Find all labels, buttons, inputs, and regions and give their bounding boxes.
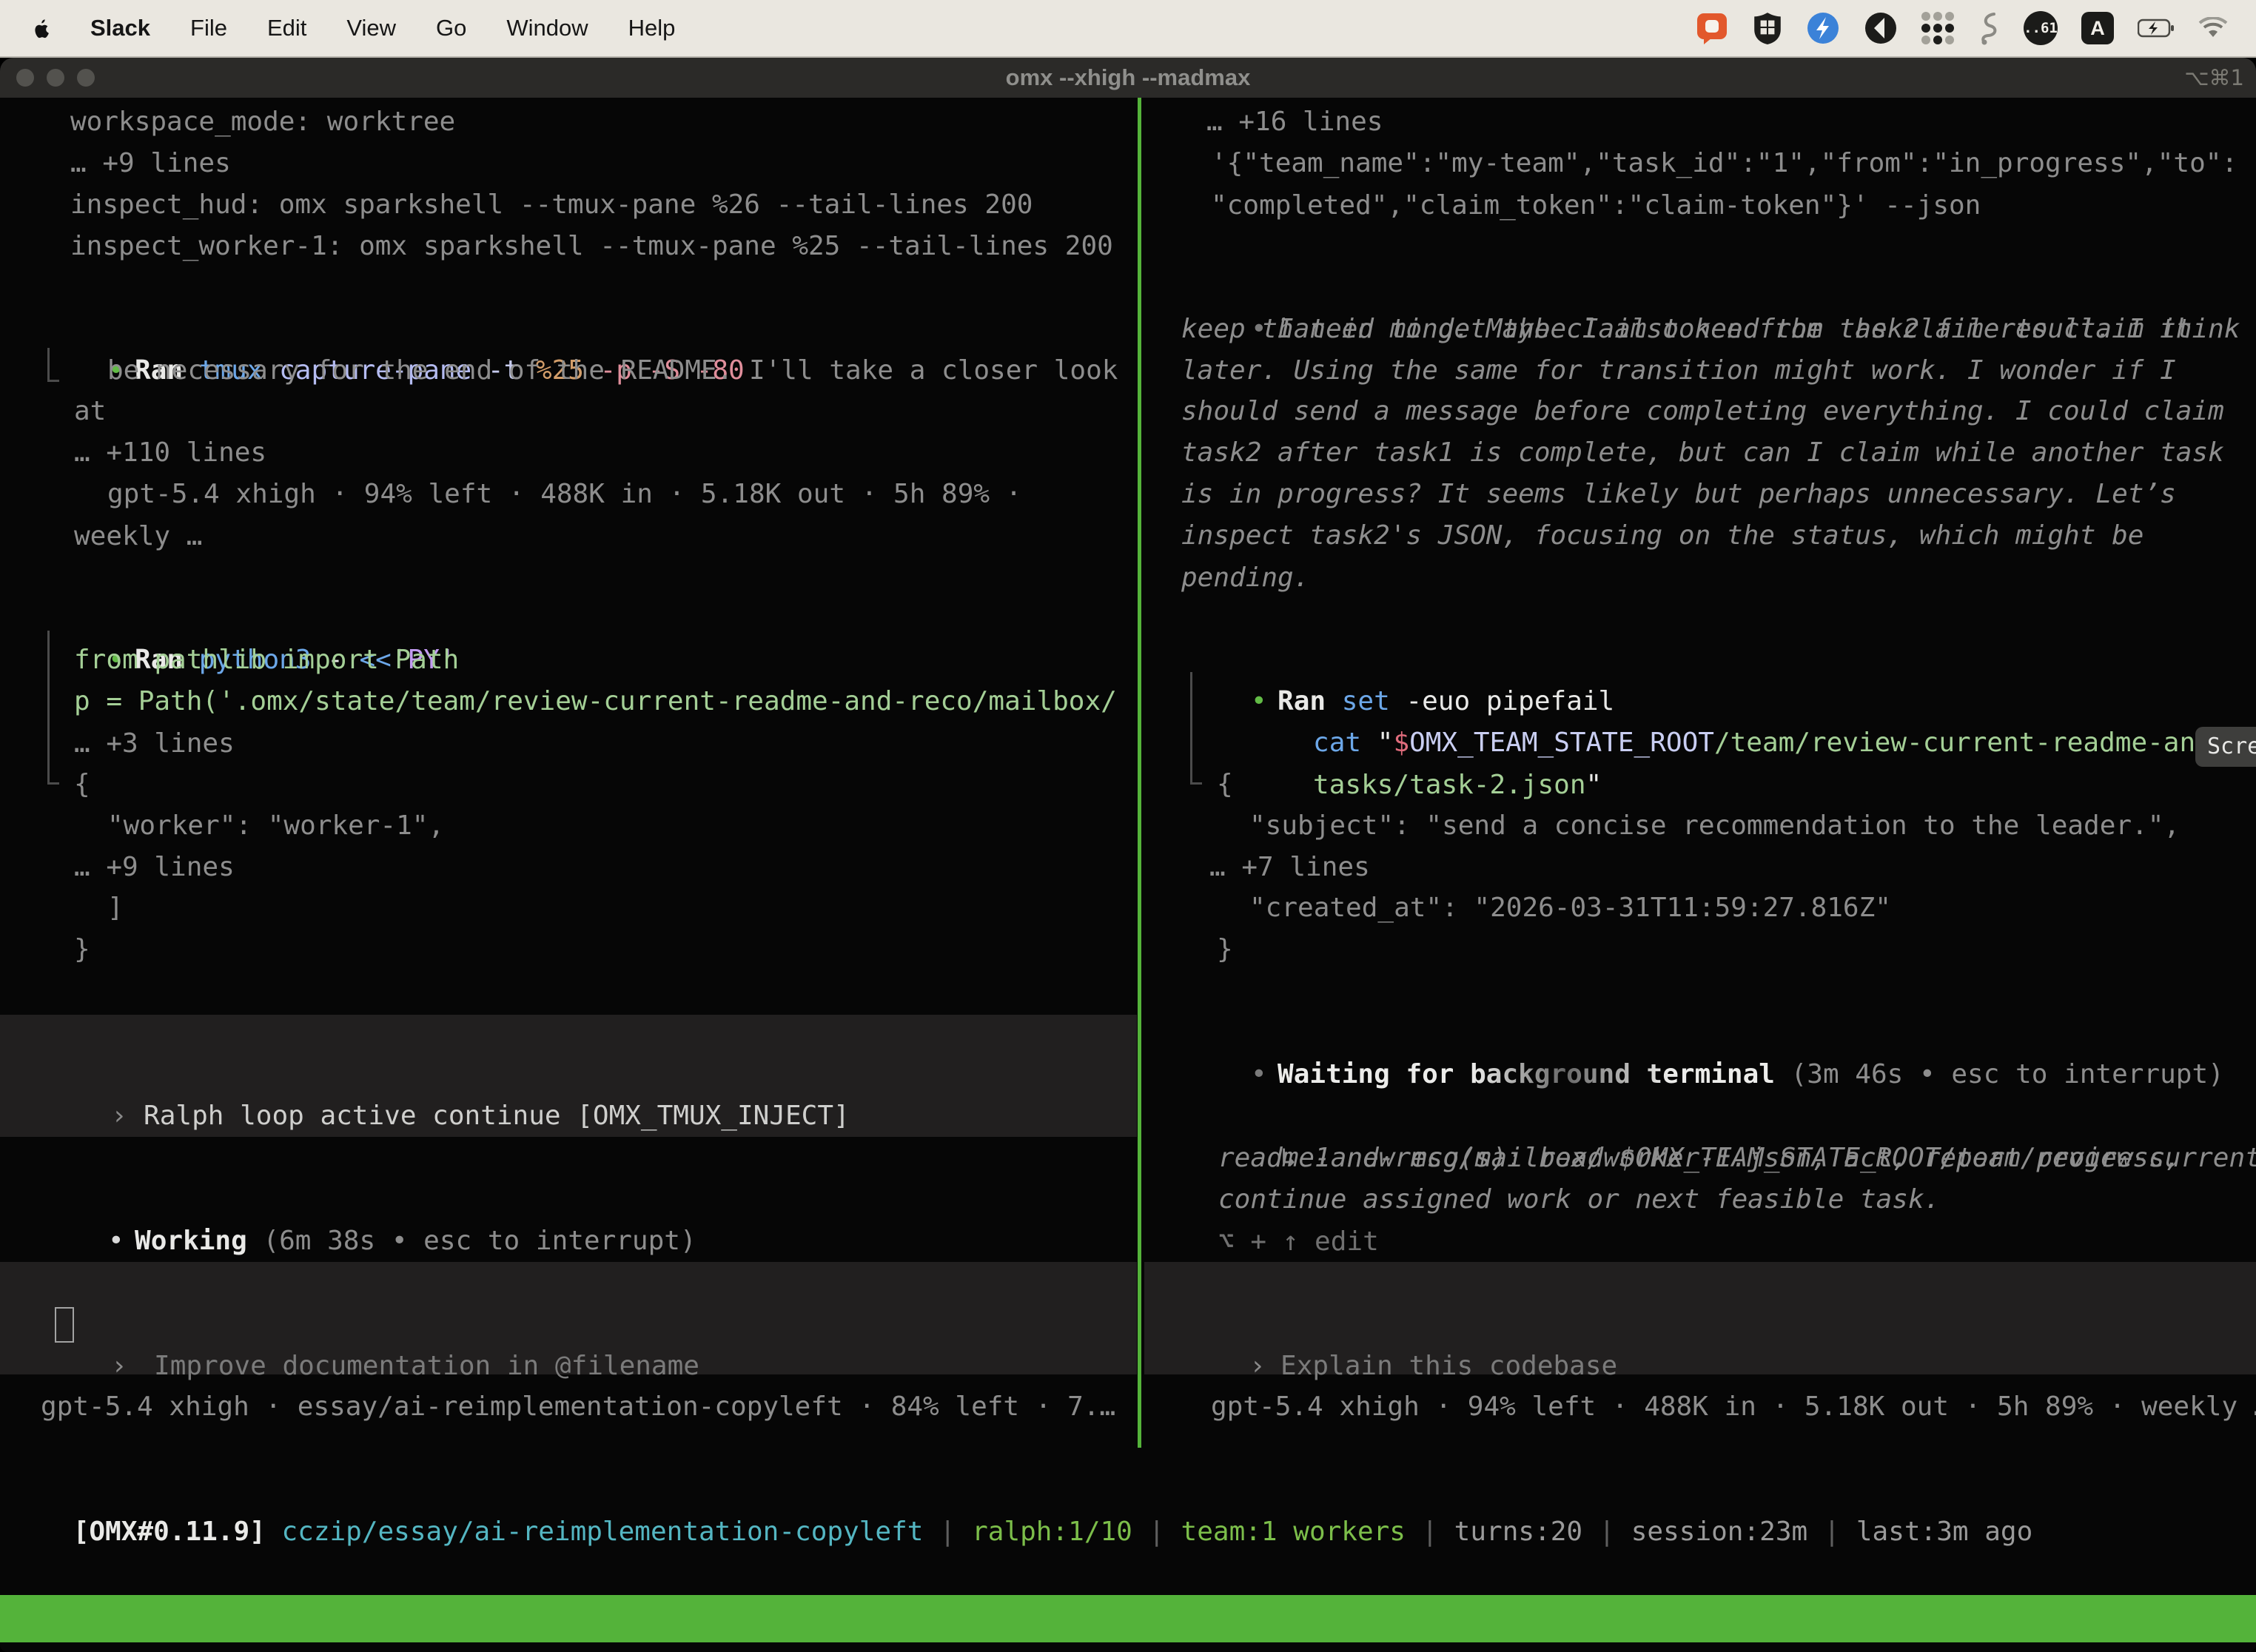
more-lines-indicator: … +16 lines <box>1206 101 1383 143</box>
omx-last-activity: last:3m ago <box>1856 1517 2032 1547</box>
ran-tmux-command: •Ran tmux capture-pane -t %25 -p -S -80 <box>12 309 745 350</box>
omx-session-time: session:23m <box>1631 1517 1807 1547</box>
waiting-label: Waiting for background terminal <box>1278 1059 1791 1089</box>
mailbox-notification: continue assigned work or next feasible … <box>1218 1179 1940 1220</box>
mailbox-notification: ↳1 new msg(s): read $OMX_TEAM_STATE_ROOT… <box>1184 1096 2256 1138</box>
left-prompt-input[interactable]: ›Improve documentation in @filename <box>15 1304 699 1346</box>
working-status: •Working (6m 38s • esc to interrupt) <box>12 1179 696 1220</box>
left-session-status: gpt-5.4 xhigh · essay/ai-reimplementatio… <box>41 1386 1115 1428</box>
tmux-status-bar: [omx-cczip0:bash* "MacBook-Pro-44.local"… <box>0 1595 2256 1642</box>
command-output: ] <box>107 887 124 929</box>
terminal-window: omx --xhigh --madmax ⌥⌘1 workspace_mode:… <box>0 58 2256 1652</box>
command-output: be necessary for the end of the README. … <box>107 350 1118 392</box>
command-output: "worker": "worker-1", <box>107 805 444 847</box>
thinking-line: is in progress? It seems likely but perh… <box>1181 474 2176 515</box>
code-line: cat "$OMX_TEAM_STATE_ROOT/team/review-cu… <box>1217 681 2256 722</box>
menu-items: Slack File Edit View Go Window Help <box>90 15 675 41</box>
output-elbow-line <box>47 348 59 382</box>
menu-item-file[interactable]: File <box>190 15 227 41</box>
prompt-icon: › <box>1249 1346 1280 1387</box>
menu-bar: Slack File Edit View Go Window Help ..61… <box>0 0 2256 58</box>
thinking-line: inspect task2's JSON, focusing on the st… <box>1181 515 2143 557</box>
battery-charging-icon[interactable] <box>2138 19 2175 38</box>
prompt-icon: › <box>111 1346 154 1387</box>
ran-python-command: •Ran python3 - <<'PY' <box>12 598 456 639</box>
log-line: … +9 lines <box>70 143 231 184</box>
more-lines-indicator: … +3 lines <box>74 723 235 765</box>
bullet-icon: • <box>108 1220 135 1262</box>
menu-item-slack[interactable]: Slack <box>90 15 150 41</box>
thinking-line: should send a message before completing … <box>1181 391 2224 432</box>
code-line: tasks/task-2.json" <box>1217 723 1602 765</box>
right-session-status: gpt-5.4 xhigh · 94% left · 488K in · 5.1… <box>1211 1386 2256 1428</box>
window-shortcut: ⌥⌘1 <box>2184 58 2244 98</box>
right-prompt-input[interactable]: ›Explain this codebase <box>1153 1304 1617 1346</box>
pane-divider[interactable] <box>1138 98 1141 1448</box>
omx-version: [OMX#0.11.9] <box>73 1517 282 1547</box>
seal-lightning-icon[interactable] <box>1806 11 1840 45</box>
screen-capture-icon[interactable] <box>1864 11 1898 45</box>
screen-tooltip: Scre <box>2195 727 2256 767</box>
command-output: at <box>74 391 106 432</box>
command-output: { <box>1217 764 1233 805</box>
menu-item-edit[interactable]: Edit <box>267 15 306 41</box>
bullet-icon: • <box>1251 1054 1278 1095</box>
thinking-line: pending. <box>1181 557 1309 599</box>
menu-item-help[interactable]: Help <box>628 15 676 41</box>
ralph-loop-banner: ›Ralph loop active continue [OMX_TMUX_IN… <box>15 1054 850 1095</box>
log-line: inspect_hud: omx sparkshell --tmux-pane … <box>70 184 1033 226</box>
log-line: "completed","claim_token":"claim-token"}… <box>1211 185 1981 226</box>
thinking-line: later. Using the same for transition mig… <box>1181 350 2176 392</box>
thinking-line: •I need to get the claim token from the … <box>1155 267 2256 309</box>
omx-turns: turns:20 <box>1454 1517 1582 1547</box>
menu-item-go[interactable]: Go <box>436 15 466 41</box>
log-line: '{"team_name":"my-team","task_id":"1","f… <box>1211 143 2237 184</box>
input-placeholder: Improve documentation in @filename <box>154 1351 699 1381</box>
tmux-session-window: [omx-cczip0:bash* <box>15 1642 287 1652</box>
command-output: } <box>74 929 90 970</box>
command-output: weekly … <box>74 516 202 557</box>
log-line: inspect_worker-1: omx sparkshell --tmux-… <box>70 226 1113 267</box>
window-titlebar: omx --xhigh --madmax ⌥⌘1 <box>0 58 2256 98</box>
grid-dots-icon[interactable] <box>1921 12 1954 44</box>
text-cursor <box>55 1307 74 1343</box>
command-output: "subject": "send a concise recommendatio… <box>1249 805 2180 847</box>
squiggle-icon[interactable] <box>1978 10 2000 46</box>
code-line: from pathlib import Path <box>74 639 459 681</box>
menu-status-icons: ..61 A <box>1695 10 2235 46</box>
thinking-line: keep that in mind. Maybe I also need the… <box>1181 309 2192 350</box>
more-lines-indicator: … +9 lines <box>74 847 235 888</box>
omx-repo: cczip/essay/ai-reimplementation-copyleft <box>281 1517 923 1547</box>
input-source-icon[interactable]: A <box>2081 12 2114 44</box>
output-elbow-line <box>1190 672 1202 785</box>
waiting-status: •Waiting for background terminal (3m 46s… <box>1155 1013 2224 1054</box>
command-output: … +110 lines <box>74 432 266 474</box>
omx-ralph-counter: ralph:1/10 <box>972 1517 1132 1547</box>
omx-status-line: [OMX#0.11.9] cczip/essay/ai-reimplementa… <box>9 1470 2032 1511</box>
code-line: p = Path('.omx/state/team/review-current… <box>74 681 1117 722</box>
more-lines-indicator: … +7 lines <box>1209 847 1370 888</box>
wifi-icon[interactable] <box>2198 17 2228 39</box>
menu-item-window[interactable]: Window <box>506 15 588 41</box>
menu-item-view[interactable]: View <box>346 15 396 41</box>
command-output: "created_at": "2026-03-31T11:59:27.816Z" <box>1249 887 1891 929</box>
apple-menu-icon[interactable] <box>31 15 53 41</box>
window-title: omx --xhigh --madmax <box>0 58 2256 98</box>
chat-bubble-icon[interactable] <box>1695 10 1729 46</box>
ran-set-command: •Ran set -euo pipefail <box>1155 639 1614 681</box>
command-output: } <box>1217 929 1233 970</box>
output-elbow-line <box>47 631 59 785</box>
edit-shortcut-hint: ⌥ + ↑ edit <box>1218 1221 1379 1263</box>
input-placeholder: Explain this codebase <box>1280 1351 1617 1381</box>
command-output: gpt-5.4 xhigh · 94% left · 488K in · 5.1… <box>107 474 1021 515</box>
omx-team-workers: team:1 workers <box>1181 1517 1406 1547</box>
prompt-icon: › <box>111 1095 144 1137</box>
percent-badge-icon[interactable]: ..61 <box>2024 11 2058 45</box>
log-line: workspace_mode: worktree <box>70 101 455 143</box>
shield-grid-icon[interactable] <box>1753 11 1782 45</box>
command-output: { <box>74 764 90 805</box>
thinking-line: task2 after task1 is complete, but can I… <box>1181 432 2224 474</box>
mailbox-notification: readme-and-reco/mailbox/worker-1.json, a… <box>1218 1138 2181 1179</box>
